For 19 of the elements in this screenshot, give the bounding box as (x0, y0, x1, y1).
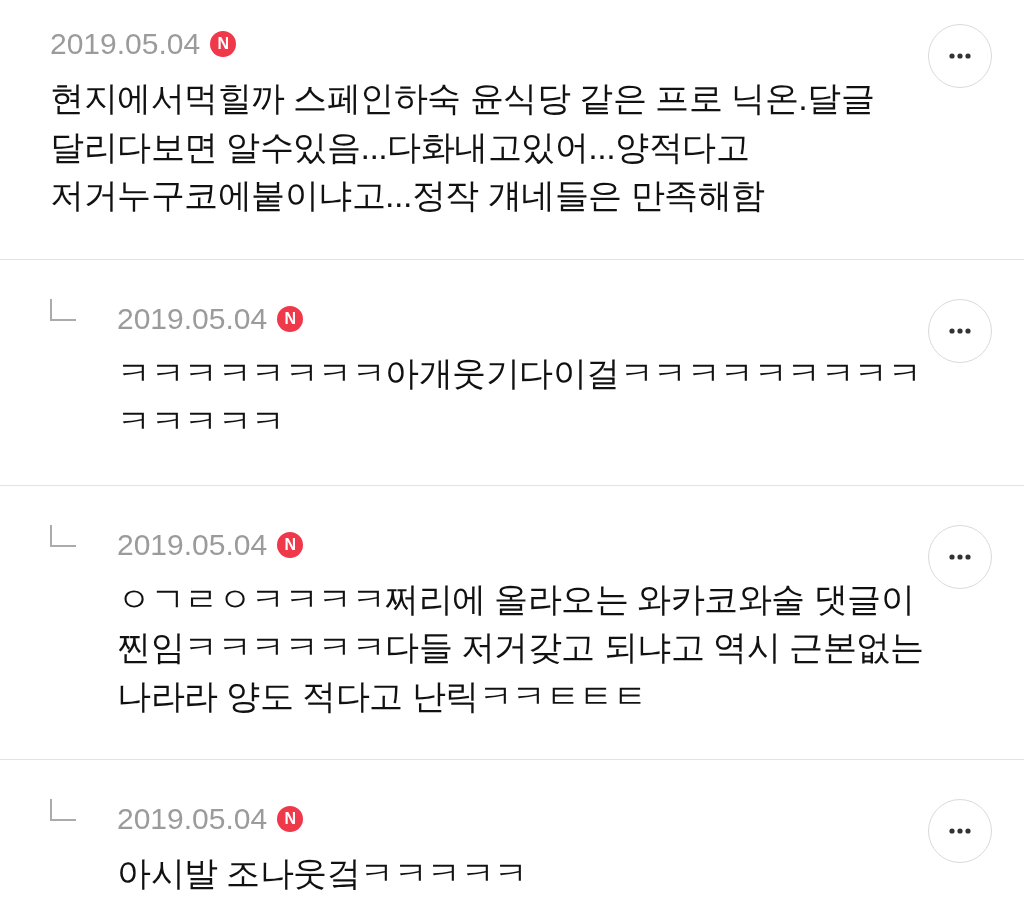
more-icon (949, 327, 971, 334)
more-icon (949, 553, 971, 560)
new-badge: N (277, 305, 304, 332)
comment-text: 아시발 조나웃겈ㅋㅋㅋㅋㅋ (117, 853, 529, 894)
comment-date: 2019.05.04 (117, 526, 268, 563)
reply-indent-icon (50, 298, 76, 321)
new-badge: N (210, 31, 237, 57)
comment-date: 2019.05.04 (117, 801, 268, 837)
reply-indent-icon (50, 524, 76, 547)
reply-indent-icon (50, 799, 76, 821)
comment-date: 2019.05.04 (50, 26, 201, 62)
comment-text: ㅋㅋㅋㅋㅋㅋㅋㅋ아개웃기다이걸ㅋㅋㅋㅋㅋㅋㅋㅋㅋㅋㅋㅋㅋㅋ (117, 352, 922, 442)
new-badge: N (277, 531, 304, 558)
comment-date: 2019.05.04 (117, 300, 268, 337)
comment-text: 현지에서먹힐까 스페인하숙 윤식당 같은 프로 닉온.달글 달리다보면 알수있음...다화내고있어...양적다고 저거누구코에붙이냐고...정작 걔네들은 만족해함 (50, 78, 876, 216)
new-badge: N (277, 806, 304, 832)
more-icon (949, 828, 971, 834)
more-icon (949, 53, 971, 59)
comment-text: ㅇㄱㄹㅇㅋㅋㅋㅋ쩌리에 올라오는 와카코와술 댓글이 찐임ㅋㅋㅋㅋㅋㅋ다들 저거갖고 되냐고 역시 근본없는 나라라 양도 적다고 난릭ㅋㅋㅌㅌㅌ (117, 578, 925, 717)
